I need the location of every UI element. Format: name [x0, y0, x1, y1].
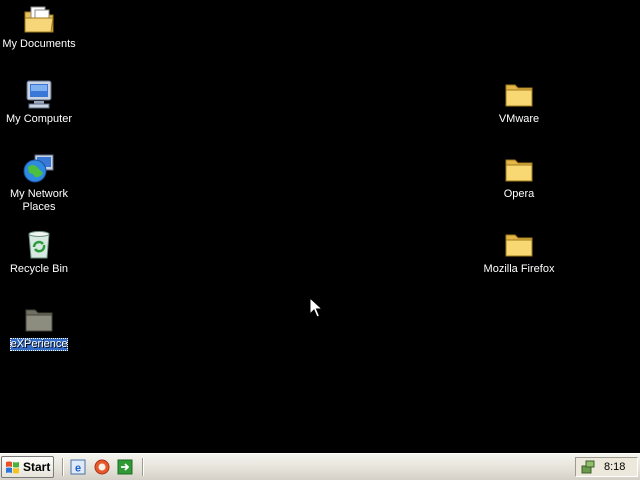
desktop-icon-opera[interactable]: Opera: [481, 153, 557, 201]
folder-icon: [503, 228, 535, 260]
taskbar: Start e 8:18: [0, 453, 640, 480]
desktop-icon-label: Mozilla Firefox: [483, 263, 555, 275]
desktop-icon-label: My Documents: [2, 38, 76, 50]
show-desktop-icon[interactable]: [117, 459, 133, 475]
desktop-icon-label: My Computer: [5, 113, 73, 125]
desktop-icon-experience[interactable]: eXPerience: [1, 303, 77, 351]
internet-explorer-icon[interactable]: e: [70, 459, 86, 475]
desktop-icon-my-computer[interactable]: My Computer: [1, 78, 77, 126]
desktop-icon-my-documents[interactable]: My Documents: [1, 3, 77, 51]
desktop-icon-my-network-places[interactable]: My Network Places: [1, 153, 77, 214]
folder-icon: [503, 78, 535, 110]
my-documents-icon: [23, 3, 55, 35]
windows-logo-icon: [6, 461, 19, 473]
desktop-icon-label: My Network Places: [9, 188, 69, 213]
folder-icon: [503, 153, 535, 185]
desktop-icon-label: Opera: [503, 188, 535, 200]
mouse-cursor-icon: [309, 297, 323, 318]
start-button[interactable]: Start: [1, 456, 54, 478]
folder-icon: [23, 303, 55, 335]
browser-icon[interactable]: [94, 459, 110, 475]
taskbar-separator: [62, 458, 64, 476]
desktop-icon-vmware[interactable]: VMware: [481, 78, 557, 126]
network-globe-icon: [23, 153, 55, 185]
system-tray: 8:18: [575, 457, 638, 477]
desktop-icon-mozilla-firefox[interactable]: Mozilla Firefox: [481, 228, 557, 276]
start-label: Start: [23, 460, 51, 474]
taskbar-separator: [142, 458, 144, 476]
desktop[interactable]: My Documents My Computer My Network Plac…: [0, 0, 640, 453]
desktop-icon-label: eXPerience: [9, 338, 69, 351]
desktop-icon-label: Recycle Bin: [9, 263, 69, 275]
network-tray-icon[interactable]: [580, 459, 596, 475]
taskbar-clock[interactable]: 8:18: [604, 461, 625, 473]
desktop-icon-label: VMware: [498, 113, 540, 125]
my-computer-icon: [23, 78, 55, 110]
recycle-bin-icon: [23, 228, 55, 260]
desktop-icon-recycle-bin[interactable]: Recycle Bin: [1, 228, 77, 276]
svg-text:e: e: [75, 463, 81, 475]
